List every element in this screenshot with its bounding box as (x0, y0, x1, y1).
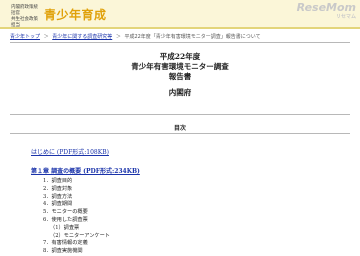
toc-item: 6．使用した調査票 (43, 216, 88, 223)
title-line-report: 報告書 (168, 72, 192, 81)
divider (10, 133, 350, 134)
breadcrumb-separator: ＞ (43, 34, 49, 40)
chapter1-pdf-link[interactable]: 第１章 調査の概要 (PDF形式:234KB) (31, 166, 140, 175)
breadcrumb-home-link[interactable]: 青少年トップ (10, 34, 40, 40)
toc-item: 5．モニターの概要 (43, 209, 88, 216)
breadcrumb-current: 平成22年度「青少年有害環境モニター調査」報告書について (124, 34, 261, 40)
intro-pdf-link[interactable]: はじめに (PDF形式:108KB) (31, 147, 109, 156)
toc-heading: 目次 (173, 125, 186, 132)
toc-subitem: （1）調査票 (50, 224, 80, 231)
watermark-sub: リセマム (335, 14, 356, 20)
watermark-main: ReseMom (296, 1, 356, 14)
breadcrumb-separator: ＞ (115, 34, 121, 40)
org-line-1: 内閣府政策統括官 (11, 5, 38, 16)
org-name: 内閣府政策統括官 共生社会政策担当 (11, 5, 41, 29)
breadcrumb: 青少年トップ ＞ 青少年に関する調査研究等 ＞ 平成22年度「青少年有害環境モニ… (10, 33, 261, 40)
title-line-year: 平成22年度 (159, 52, 201, 61)
agency-name: 内閣府 (168, 88, 192, 97)
watermark: ReseMom リセマム (296, 1, 356, 21)
title-line-survey: 青少年有害環境モニター調査 (131, 62, 229, 71)
toc-item: 2．調査対象 (43, 185, 73, 192)
toc-item: 7．有害情報の定義 (43, 240, 88, 247)
report-title: 平成22年度 青少年有害環境モニター調査 報告書 内閣府 (0, 52, 360, 98)
breadcrumb-research-link[interactable]: 青少年に関する調査研究等 (52, 34, 112, 40)
org-line-2: 共生社会政策担当 (11, 17, 38, 28)
toc-item: 1．調査目的 (43, 178, 73, 184)
divider (10, 114, 350, 115)
site-logo[interactable]: 青少年育成 (44, 6, 107, 23)
toc-item: 8．調査実施機関 (43, 248, 83, 255)
toc-list: 1．調査目的 2．調査対象 3．調査方法 4．調査期間 5．モニターの概要 6．… (43, 178, 110, 256)
divider (10, 42, 350, 43)
site-header: 内閣府政策統括官 共生社会政策担当 青少年育成 ReseMom リセマム (0, 0, 360, 29)
